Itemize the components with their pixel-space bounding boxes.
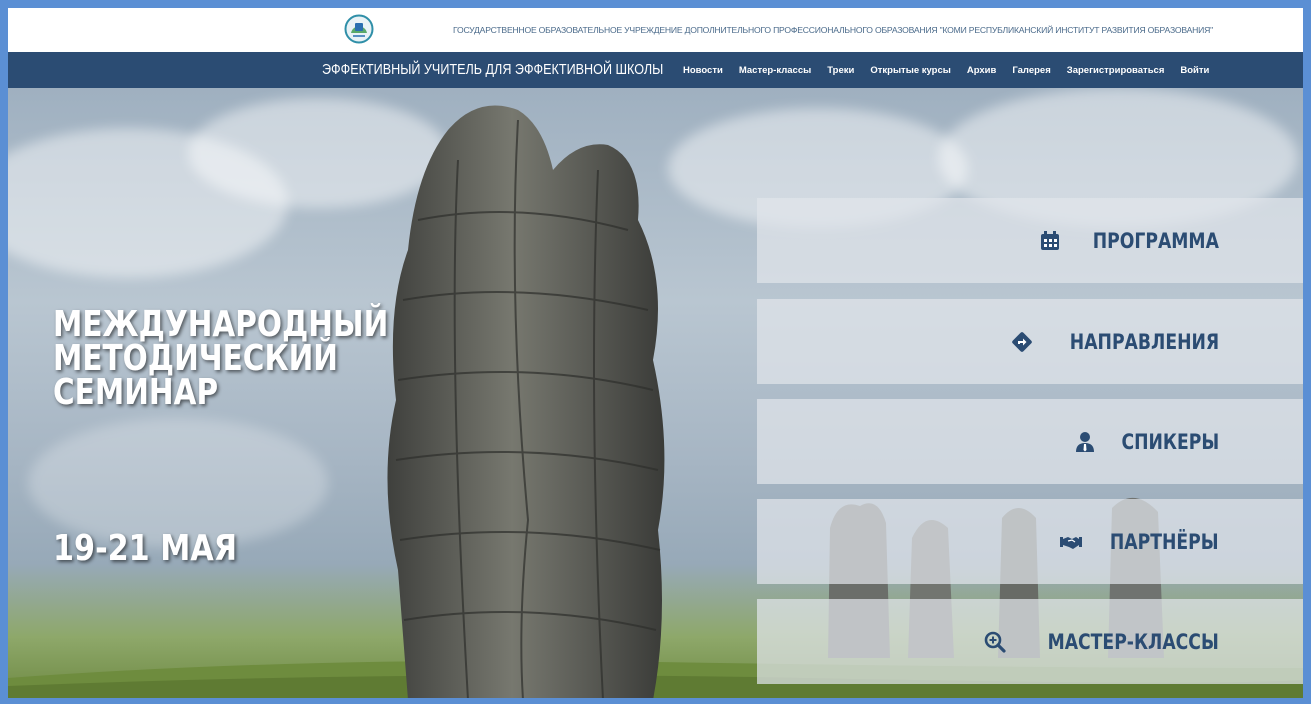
handshake-icon [1060, 536, 1083, 549]
institute-logo-icon[interactable] [344, 14, 374, 44]
directions-button[interactable]: НАПРАВЛЕНИЯ [757, 299, 1303, 384]
hero-banner: МЕЖДУНАРОДНЫЙ МЕТОДИЧЕСКИЙ СЕМИНАР 19-21… [8, 88, 1303, 698]
site-title[interactable]: ЭФФЕКТИВНЫЙ УЧИТЕЛЬ ДЛЯ ЭФФЕКТИВНОЙ ШКОЛ… [322, 61, 663, 78]
seminar-title-line: МЕЖДУНАРОДНЫЙ [53, 304, 389, 345]
nav-item-login[interactable]: Войти [1180, 65, 1209, 76]
institute-header: ГОСУДАРСТВЕННОЕ ОБРАЗОВАТЕЛЬНОЕ УЧРЕЖДЕН… [8, 8, 1303, 52]
seminar-dates: 19-21 МАЯ [53, 528, 238, 569]
seminar-title-line: СЕМИНАР [53, 372, 219, 413]
speakers-button[interactable]: СПИКЕРЫ [757, 399, 1303, 484]
nav-menu: Новости Мастер-классы Треки Открытые кур… [683, 52, 1225, 88]
nav-item-news[interactable]: Новости [683, 65, 723, 76]
partners-button[interactable]: ПАРТНЁРЫ [757, 499, 1303, 584]
speaker-person-icon [1075, 431, 1094, 452]
master-classes-button[interactable]: МАСТЕР-КЛАССЫ [757, 599, 1303, 684]
zoom-in-icon [984, 631, 1006, 653]
nav-item-open-courses[interactable]: Открытые курсы [870, 65, 951, 76]
main-navbar: ЭФФЕКТИВНЫЙ УЧИТЕЛЬ ДЛЯ ЭФФЕКТИВНОЙ ШКОЛ… [8, 52, 1303, 88]
directions-button-label: НАПРАВЛЕНИЯ [1069, 329, 1219, 354]
speakers-button-label: СПИКЕРЫ [1121, 429, 1219, 454]
nav-item-tracks[interactable]: Треки [827, 65, 854, 76]
program-button[interactable]: ПРОГРАММА [757, 198, 1303, 283]
nav-item-archive[interactable]: Архив [967, 65, 997, 76]
nav-item-register[interactable]: Зарегистрироваться [1067, 65, 1165, 76]
rock-pillar-image [387, 105, 665, 698]
seminar-title-line: МЕТОДИЧЕСКИЙ [53, 338, 339, 379]
page-frame: ГОСУДАРСТВЕННОЕ ОБРАЗОВАТЕЛЬНОЕ УЧРЕЖДЕН… [8, 8, 1303, 698]
nav-item-master-classes[interactable]: Мастер-классы [739, 65, 811, 76]
direction-sign-icon [1012, 331, 1032, 352]
master-classes-button-label: МАСТЕР-КЛАССЫ [1047, 629, 1219, 654]
seminar-title: МЕЖДУНАРОДНЫЙ МЕТОДИЧЕСКИЙ СЕМИНАР [53, 304, 389, 413]
calendar-icon [1041, 230, 1060, 250]
partners-button-label: ПАРТНЁРЫ [1110, 529, 1219, 554]
program-button-label: ПРОГРАММА [1092, 228, 1219, 253]
institute-name: ГОСУДАРСТВЕННОЕ ОБРАЗОВАТЕЛЬНОЕ УЧРЕЖДЕН… [453, 25, 1213, 35]
nav-item-gallery[interactable]: Галерея [1012, 65, 1050, 76]
